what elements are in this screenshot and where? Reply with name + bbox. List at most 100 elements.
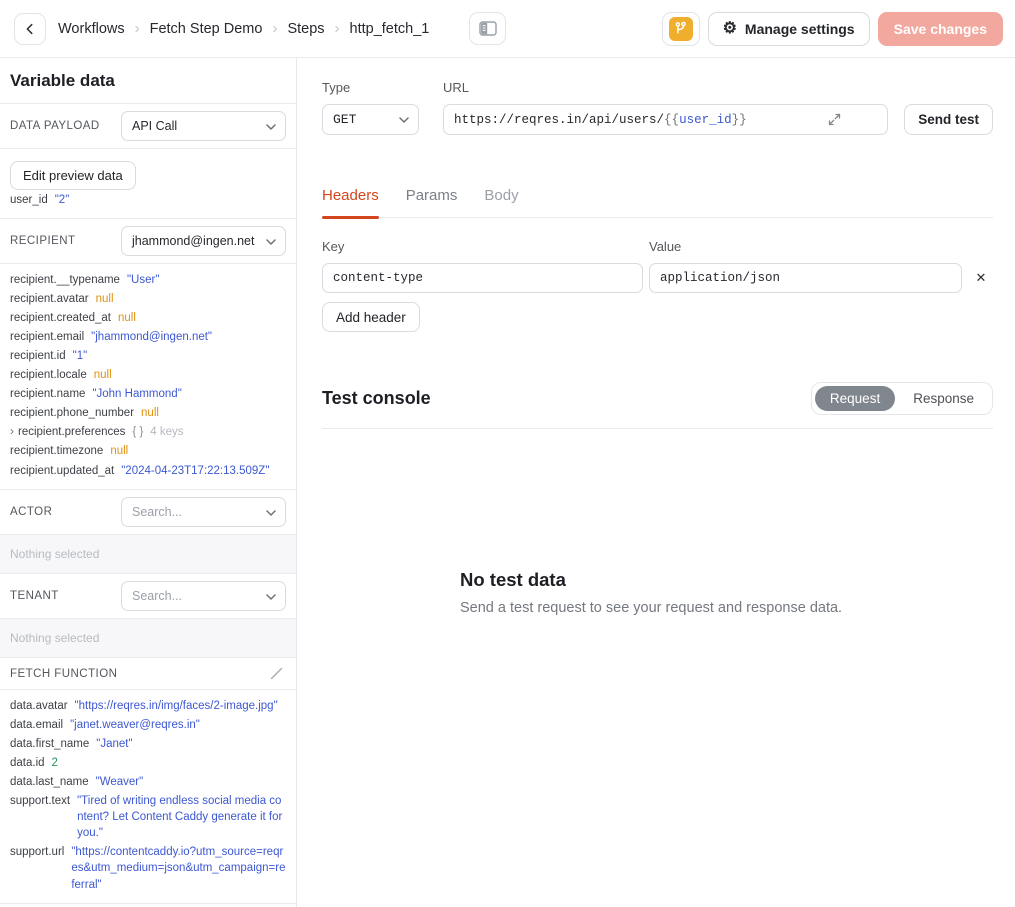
add-header-button[interactable]: Add header [322, 302, 420, 332]
chevron-right-icon[interactable]: › [10, 424, 14, 440]
chevron-down-icon [399, 117, 409, 123]
variable-value: null [118, 310, 136, 326]
variable-value: "https://reqres.in/img/faces/2-image.jpg… [75, 698, 278, 714]
variable-key: recipient.preferences [18, 424, 125, 440]
request-line: Type GET URL https://reqres.in/api/users… [322, 80, 993, 135]
variable-row: support.text "Tired of writing endless s… [10, 792, 286, 843]
breadcrumb-workflow-name[interactable]: Fetch Step Demo [150, 21, 263, 37]
variable-key: recipient.name [10, 386, 85, 402]
header-value-input[interactable] [649, 263, 962, 293]
recipient-row: RECIPIENT jhammond@ingen.net [0, 219, 296, 264]
variable-data-sidebar: Variable data DATA PAYLOAD API Call Edit… [0, 58, 297, 907]
save-changes-label: Save changes [894, 21, 987, 37]
back-button[interactable] [14, 13, 46, 45]
variable-row: support.url "https://contentcaddy.io?utm… [10, 843, 286, 894]
variable-value: "1" [73, 348, 88, 364]
variable-row: recipient.email "jhammond@ingen.net" [10, 327, 286, 346]
actor-label: ACTOR [10, 506, 52, 518]
manage-settings-button[interactable]: ⚙ Manage settings [708, 12, 870, 46]
breadcrumb-steps[interactable]: Steps [287, 21, 324, 37]
variable-value: "janet.weaver@reqres.in" [70, 717, 200, 733]
header-column-labels: Key Value [322, 239, 993, 254]
remove-header-button[interactable]: ✕ [969, 266, 993, 290]
tab-headers[interactable]: Headers [322, 187, 379, 217]
tab-body[interactable]: Body [484, 187, 518, 217]
edit-fetch-function-button[interactable] [267, 664, 286, 683]
request-tabs: Headers Params Body [322, 187, 993, 218]
request-response-toggle: Request Response [811, 382, 993, 415]
variable-row: recipient.__typename "User" [10, 270, 286, 289]
recipient-label: RECIPIENT [10, 235, 75, 247]
chevron-down-icon [266, 594, 276, 600]
variable-key: support.url [10, 844, 64, 860]
recipient-select[interactable]: jhammond@ingen.net [121, 226, 286, 256]
variable-value: { } [132, 424, 143, 440]
variable-row: user_id "2" [10, 190, 286, 209]
variable-value: null [110, 443, 128, 459]
chevron-down-icon [266, 239, 276, 245]
empty-state-title: No test data [460, 569, 855, 591]
chevron-down-icon [266, 510, 276, 516]
tenant-empty-state: Nothing selected [0, 619, 296, 658]
tenant-search-select[interactable]: Search... [121, 581, 286, 611]
toggle-response[interactable]: Response [898, 386, 989, 411]
variable-key: recipient.locale [10, 367, 87, 383]
variable-key: recipient.avatar [10, 291, 89, 307]
data-payload-select[interactable]: API Call [121, 111, 286, 141]
tenant-row: TENANT Search... [0, 574, 296, 619]
panel-toggle-icon [479, 21, 497, 36]
breadcrumb-current-step: http_fetch_1 [350, 21, 430, 37]
variable-row: recipient.id "1" [10, 346, 286, 365]
sidebar-title: Variable data [0, 58, 296, 104]
variable-value: 2 [52, 755, 58, 771]
variable-value: "jhammond@ingen.net" [91, 329, 212, 345]
value-column-label: Value [649, 239, 681, 254]
actor-search-select[interactable]: Search... [121, 497, 286, 527]
variable-row: › recipient.preferences { } 4 keys [10, 423, 286, 442]
variable-key: recipient.email [10, 329, 84, 345]
data-payload-fields: Edit preview data user_id "2" [0, 149, 296, 219]
variable-row: recipient.updated_at "2024-04-23T17:22:1… [10, 461, 286, 480]
http-method-select[interactable]: GET [322, 104, 419, 135]
breadcrumb-separator-icon: › [272, 20, 277, 37]
test-console-empty-state: No test data Send a test request to see … [460, 569, 855, 616]
variable-key: recipient.phone_number [10, 405, 134, 421]
variable-key: recipient.__typename [10, 272, 120, 288]
header-row: ✕ [322, 263, 993, 293]
variable-row: recipient.avatar null [10, 289, 286, 308]
data-payload-row: DATA PAYLOAD API Call [0, 104, 296, 149]
header-key-input[interactable] [322, 263, 643, 293]
variable-value: "Janet" [96, 736, 132, 752]
variable-key: recipient.timezone [10, 443, 103, 459]
git-branch-badge-icon [669, 17, 693, 41]
test-console-title: Test console [322, 388, 431, 409]
save-changes-button[interactable]: Save changes [878, 12, 1003, 46]
variable-key: recipient.id [10, 348, 66, 364]
variable-value: "Weaver" [96, 774, 144, 790]
variable-value: null [141, 405, 159, 421]
variable-meta: 4 keys [150, 424, 183, 440]
tab-params[interactable]: Params [406, 187, 458, 217]
expand-url-editor-button[interactable] [828, 113, 880, 126]
commit-status-button[interactable] [662, 12, 700, 46]
empty-state-message: Send a test request to see your request … [460, 600, 855, 616]
edit-preview-data-button[interactable]: Edit preview data [10, 161, 136, 190]
data-payload-label: DATA PAYLOAD [10, 120, 100, 132]
tenant-label: TENANT [10, 590, 59, 602]
url-input[interactable]: https://reqres.in/api/users/{{user_id}} [443, 104, 888, 135]
variable-value: "Tired of writing endless social media c… [77, 793, 286, 841]
send-test-button[interactable]: Send test [904, 104, 993, 135]
fetch-function-row: FETCH FUNCTION [0, 658, 296, 690]
toggle-sidebar-button[interactable] [469, 12, 506, 45]
variable-row: data.avatar "https://reqres.in/img/faces… [10, 696, 286, 715]
variable-row: recipient.locale null [10, 366, 286, 385]
variable-value: "User" [127, 272, 159, 288]
variable-key: data.email [10, 717, 63, 733]
toggle-request[interactable]: Request [815, 386, 895, 411]
breadcrumb-separator-icon: › [335, 20, 340, 37]
variable-key: recipient.created_at [10, 310, 111, 326]
variable-value: "2024-04-23T17:22:13.509Z" [121, 463, 269, 479]
variable-row: recipient.phone_number null [10, 404, 286, 423]
breadcrumb-workflows[interactable]: Workflows [58, 21, 125, 37]
variable-row: recipient.created_at null [10, 308, 286, 327]
